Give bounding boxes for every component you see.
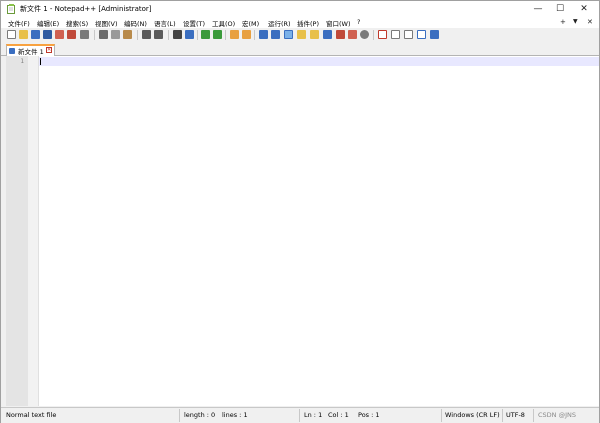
status-encoding[interactable]: UTF-8 xyxy=(506,411,525,419)
current-line-highlight xyxy=(39,57,599,66)
indent-guide-icon[interactable] xyxy=(284,30,293,39)
user-language-icon[interactable] xyxy=(297,30,306,39)
print-icon[interactable] xyxy=(80,30,89,39)
fold-margin[interactable] xyxy=(28,56,39,406)
line-number-gutter: 1 xyxy=(6,56,28,406)
status-divider xyxy=(299,409,300,422)
play-macro-icon[interactable] xyxy=(404,30,413,39)
menu-view[interactable]: 视图(V) xyxy=(95,18,118,28)
menu-tools[interactable]: 工具(O) xyxy=(212,18,235,28)
status-length: length : 0 xyxy=(184,411,216,419)
menu-search[interactable]: 搜索(S) xyxy=(66,18,88,28)
minimize-button[interactable]: — xyxy=(527,1,549,17)
zoom-in-icon[interactable] xyxy=(201,30,210,39)
zoom-out-icon[interactable] xyxy=(213,30,222,39)
menu-window[interactable]: 窗口(W) xyxy=(326,18,351,28)
tab-list-dropdown-icon[interactable]: ▼ xyxy=(573,18,578,25)
menu-encoding[interactable]: 编码(N) xyxy=(124,18,147,28)
title-bar: 新文件 1 - Notepad++ [Administrator] — ☐ ✕ xyxy=(1,1,599,17)
sync-vertical-icon[interactable] xyxy=(230,30,239,39)
toolbar-separator xyxy=(197,30,198,40)
menu-bar: 文件(F) 编辑(E) 搜索(S) 视图(V) 编码(N) 语言(L) 设置(T… xyxy=(1,17,599,28)
tab-save-state-icon xyxy=(9,48,15,54)
text-caret xyxy=(40,58,41,65)
status-divider xyxy=(502,409,503,422)
find-icon[interactable] xyxy=(173,30,182,39)
toolbar-separator xyxy=(137,30,138,40)
status-position: Pos : 1 xyxy=(358,411,380,419)
status-divider xyxy=(441,409,442,422)
run-macro-multiple-icon[interactable] xyxy=(417,30,426,39)
status-eol[interactable]: Windows (CR LF) xyxy=(445,411,500,419)
tab-close-icon[interactable]: ✕ xyxy=(46,47,52,53)
monitoring-icon[interactable] xyxy=(348,30,357,39)
csdn-watermark: CSDN @JNS xyxy=(538,411,577,419)
toolbar-separator xyxy=(373,30,374,40)
new-tab-icon[interactable]: + xyxy=(560,18,566,26)
record-macro-icon[interactable] xyxy=(378,30,387,39)
toolbar-separator xyxy=(225,30,226,40)
open-file-icon[interactable] xyxy=(19,30,28,39)
menu-language[interactable]: 语言(L) xyxy=(154,18,176,28)
new-file-icon[interactable] xyxy=(7,30,16,39)
cut-icon[interactable] xyxy=(99,30,108,39)
menu-run[interactable]: 运行(R) xyxy=(268,18,291,28)
window-title: 新文件 1 - Notepad++ [Administrator] xyxy=(20,5,152,13)
menu-macro[interactable]: 宏(M) xyxy=(242,18,259,28)
status-lines: lines : 1 xyxy=(222,411,248,419)
document-tab[interactable]: 新文件 1 ✕ xyxy=(6,44,55,56)
redo-icon[interactable] xyxy=(154,30,163,39)
menu-edit[interactable]: 编辑(E) xyxy=(37,18,59,28)
close-tab-icon[interactable]: ✕ xyxy=(587,18,593,26)
close-button[interactable]: ✕ xyxy=(573,1,595,17)
sync-horizontal-icon[interactable] xyxy=(242,30,251,39)
menu-file[interactable]: 文件(F) xyxy=(8,18,30,28)
toolbar-separator xyxy=(94,30,95,40)
status-file-type: Normal text file xyxy=(6,411,57,419)
menu-settings[interactable]: 设置(T) xyxy=(183,18,205,28)
menu-help[interactable]: ? xyxy=(357,18,360,26)
document-tab-label: 新文件 1 xyxy=(18,48,44,56)
notepadpp-window: 新文件 1 - Notepad++ [Administrator] — ☐ ✕ … xyxy=(0,0,600,423)
close-all-icon[interactable] xyxy=(67,30,76,39)
save-all-icon[interactable] xyxy=(43,30,52,39)
folder-workspace-icon[interactable] xyxy=(336,30,345,39)
replace-icon[interactable] xyxy=(185,30,194,39)
toolbar xyxy=(1,28,599,42)
menu-plugins[interactable]: 插件(P) xyxy=(297,18,319,28)
status-column: Col : 1 xyxy=(328,411,349,419)
copy-icon[interactable] xyxy=(111,30,120,39)
toolbar-separator xyxy=(254,30,255,40)
close-icon[interactable] xyxy=(55,30,64,39)
save-macro-icon[interactable] xyxy=(430,30,439,39)
record-stop-icon[interactable] xyxy=(360,30,369,39)
status-line: Ln : 1 xyxy=(304,411,323,419)
show-all-chars-icon[interactable] xyxy=(271,30,280,39)
doc-map-icon[interactable] xyxy=(310,30,319,39)
tab-bar: 新文件 1 ✕ xyxy=(1,42,599,56)
notepadpp-app-icon xyxy=(7,4,15,14)
status-divider xyxy=(533,409,534,422)
function-list-icon[interactable] xyxy=(323,30,332,39)
status-divider xyxy=(179,409,180,422)
maximize-button[interactable]: ☐ xyxy=(549,1,571,17)
word-wrap-icon[interactable] xyxy=(259,30,268,39)
status-bar: Normal text file length : 0 lines : 1 Ln… xyxy=(1,407,599,423)
save-icon[interactable] xyxy=(31,30,40,39)
toolbar-separator xyxy=(168,30,169,40)
line-number: 1 xyxy=(20,58,24,65)
stop-macro-icon[interactable] xyxy=(391,30,400,39)
paste-icon[interactable] xyxy=(123,30,132,39)
undo-icon[interactable] xyxy=(142,30,151,39)
editor-area[interactable]: 1 xyxy=(6,56,599,406)
